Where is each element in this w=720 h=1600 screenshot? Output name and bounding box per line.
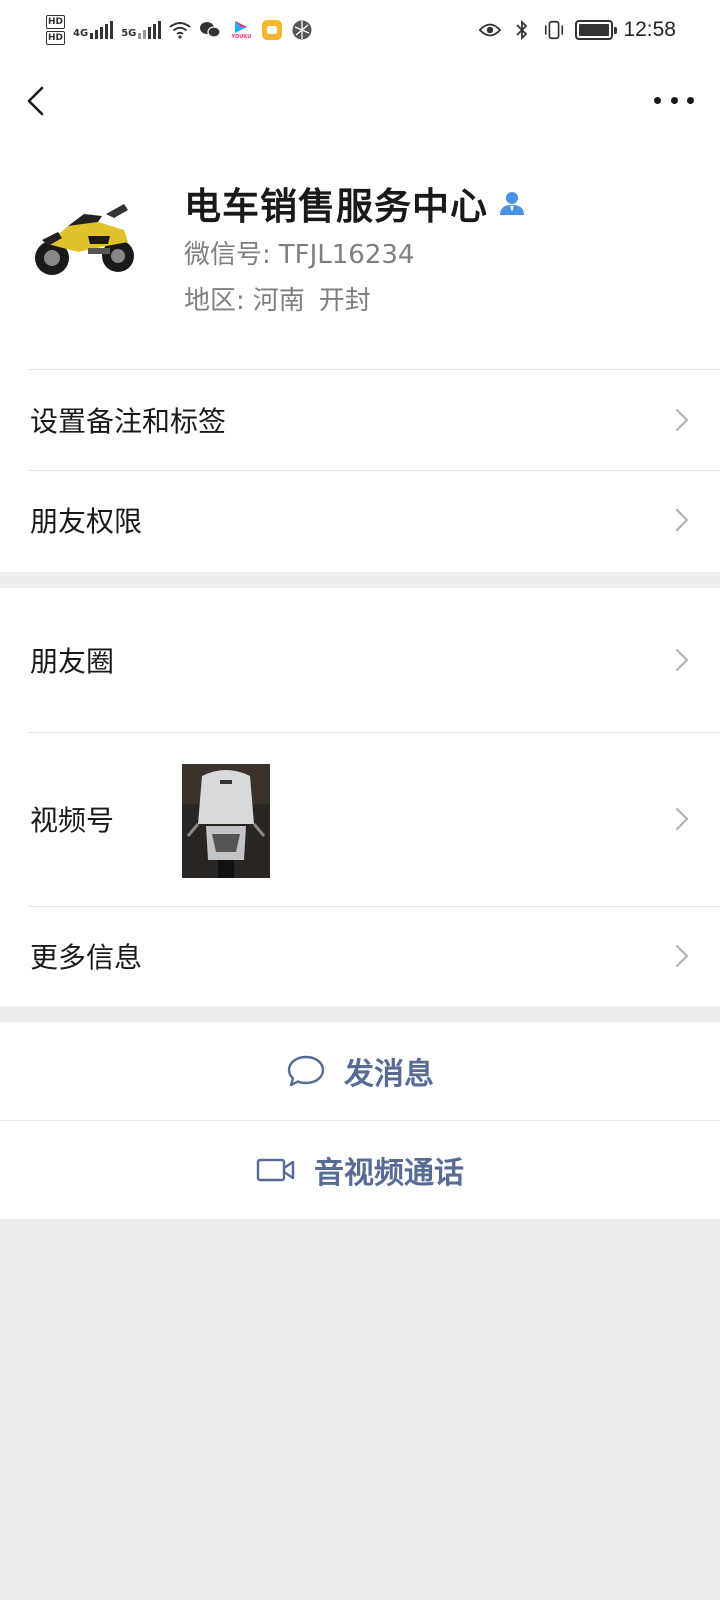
chevron-right-icon [675, 944, 689, 968]
chevron-left-icon [27, 86, 44, 116]
battery-icon [575, 20, 618, 40]
region-label: 地区: [184, 286, 245, 316]
chevron-right-icon [675, 807, 689, 831]
channels-label: 视频号 [30, 804, 115, 837]
chevron-right-icon [675, 648, 689, 672]
remark-tags-cell[interactable]: 设置备注和标签 [0, 370, 720, 470]
orange-app-icon [261, 19, 283, 41]
wechat-icon [199, 19, 221, 41]
content-group: 朋友圈 视频号 更多信息 [0, 588, 720, 1006]
friend-permission-cell[interactable]: 朋友权限 [0, 470, 720, 570]
friend-permission-label: 朋友权限 [30, 505, 143, 538]
chevron-right-icon [675, 408, 689, 432]
wifi-icon [169, 19, 191, 41]
video-camera-icon [256, 1158, 295, 1182]
region-province: 河南 [252, 286, 305, 316]
signal-5g: 5G [121, 21, 162, 39]
channels-cell[interactable]: 视频号 [0, 732, 720, 906]
vibrate-icon [543, 19, 565, 41]
settings-group: 设置备注和标签 朋友权限 [0, 370, 720, 572]
status-bar: HD HD 4G 5G YOUKU 12:58 [0, 0, 720, 60]
status-right: 12:58 [479, 18, 676, 42]
region-city: 开封 [318, 286, 371, 316]
youku-label: YOUKU [231, 34, 252, 40]
video-call-button[interactable]: 音视频通话 [0, 1121, 720, 1219]
net-label-2: 5G [121, 28, 137, 39]
send-message-label: 发消息 [344, 1057, 434, 1092]
channels-thumbnail [182, 764, 270, 878]
more-info-label: 更多信息 [30, 941, 143, 974]
signal-4g: 4G [73, 21, 114, 39]
more-dot [670, 96, 678, 104]
hd-indicator: HD HD [46, 14, 66, 46]
eye-icon [479, 19, 502, 41]
moments-cell[interactable]: 朋友圈 [0, 588, 720, 732]
remark-tags-label: 设置备注和标签 [30, 405, 227, 438]
contact-name: 电车销售服务中心 [184, 185, 488, 228]
youku-icon: YOUKU [229, 19, 253, 41]
more-dot [687, 96, 694, 104]
signal-bars-icon [90, 21, 114, 39]
video-call-label: 音视频通话 [314, 1156, 464, 1191]
wechat-id-value: TFJL16234 [278, 240, 415, 270]
chat-bubble-icon [287, 1055, 325, 1087]
hd-label-2: HD [46, 31, 66, 45]
avatar[interactable] [28, 174, 142, 288]
more-dot [654, 96, 661, 104]
person-icon [500, 192, 524, 215]
clock: 12:58 [623, 18, 676, 41]
more-info-cell[interactable]: 更多信息 [0, 906, 720, 1006]
more-button[interactable] [654, 86, 694, 114]
chevron-right-icon [675, 508, 689, 532]
net-label-1: 4G [73, 28, 89, 39]
hd-label-1: HD [46, 15, 66, 29]
profile-card: 电车销售服务中心 微信号: TFJL16234 地区: 河南 开封 [0, 140, 720, 370]
back-button[interactable] [22, 82, 52, 122]
nav-bar [0, 60, 720, 140]
moments-label: 朋友圈 [30, 645, 115, 678]
signal-bars-icon [138, 21, 162, 39]
status-left: HD HD 4G 5G YOUKU [46, 14, 479, 46]
browser-icon [291, 19, 313, 41]
region-line: 地区: 河南 开封 [184, 280, 371, 317]
wechat-id-label: 微信号: [184, 240, 271, 270]
name-row: 电车销售服务中心 [184, 176, 526, 230]
bluetooth-icon [511, 19, 533, 41]
motorcycle-image [28, 174, 142, 288]
wechat-id-line: 微信号: TFJL16234 [184, 234, 414, 271]
scooter-image [182, 764, 270, 878]
send-message-button[interactable]: 发消息 [0, 1022, 720, 1120]
